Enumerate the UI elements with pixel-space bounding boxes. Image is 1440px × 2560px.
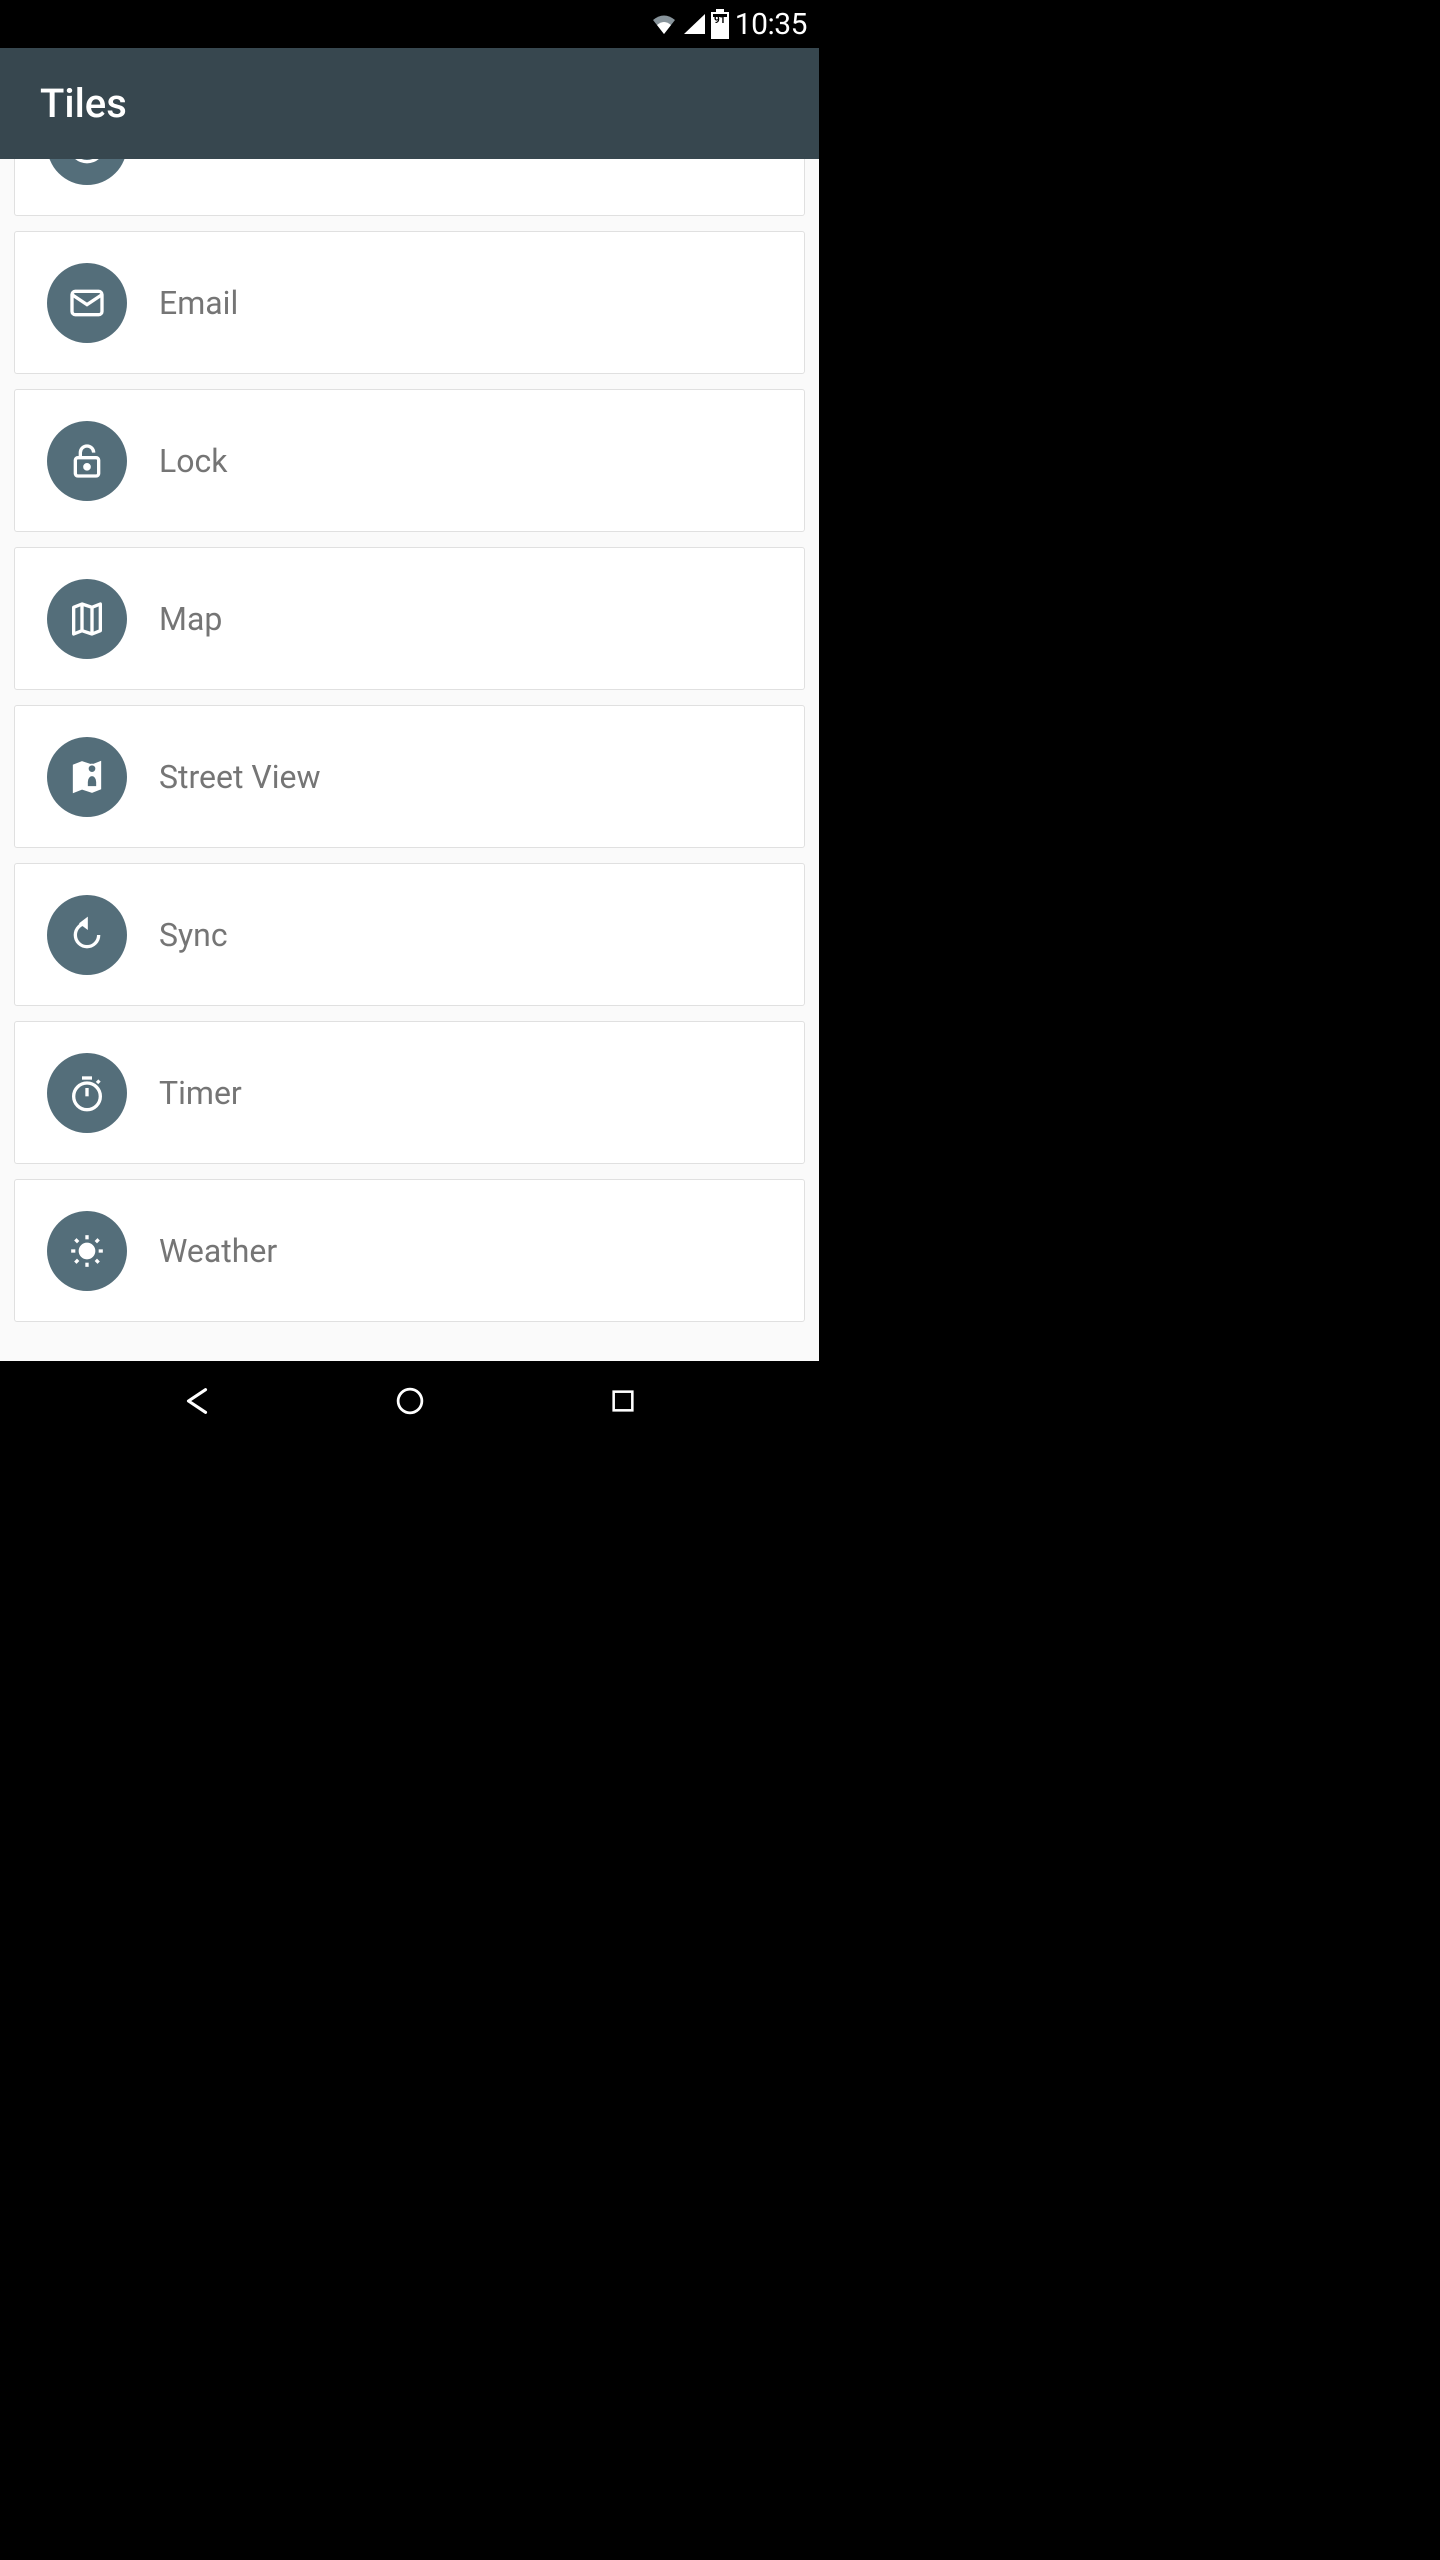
tile-label: Timer xyxy=(159,1074,242,1112)
back-icon xyxy=(180,1384,214,1418)
tile-label: Map xyxy=(159,600,222,638)
tile-label: Weather xyxy=(159,1232,277,1270)
nav-recents-button[interactable] xyxy=(553,1376,693,1426)
recents-icon xyxy=(609,1387,637,1415)
app-bar: Tiles xyxy=(0,48,819,159)
tile-map[interactable]: Map xyxy=(14,547,805,690)
tile-email[interactable]: Email xyxy=(14,231,805,374)
email-icon xyxy=(47,263,127,343)
weather-icon xyxy=(47,1211,127,1291)
lock-icon xyxy=(47,421,127,501)
tile-camera[interactable]: Camera xyxy=(14,159,805,216)
status-time: 10:35 xyxy=(735,7,807,42)
camera-icon xyxy=(47,159,127,185)
nav-home-button[interactable] xyxy=(340,1376,480,1426)
tile-street-view[interactable]: Street View xyxy=(14,705,805,848)
status-bar: 91 10:35 xyxy=(0,0,819,48)
home-icon xyxy=(395,1386,425,1416)
tile-sync[interactable]: Sync xyxy=(14,863,805,1006)
wifi-icon xyxy=(651,14,677,34)
tile-timer[interactable]: Timer xyxy=(14,1021,805,1164)
tile-label: Camera xyxy=(159,159,270,164)
tile-label: Sync xyxy=(159,916,228,954)
tile-weather[interactable]: Weather xyxy=(14,1179,805,1322)
sync-icon xyxy=(47,895,127,975)
tile-list: Camera Email Lock Map Street View xyxy=(0,159,819,1361)
map-icon xyxy=(47,579,127,659)
nav-back-button[interactable] xyxy=(127,1376,267,1426)
street-view-icon xyxy=(47,737,127,817)
tile-label: Email xyxy=(159,284,238,322)
tile-label: Lock xyxy=(159,442,227,480)
status-icons: 91 10:35 xyxy=(651,7,807,42)
battery-icon: 91 xyxy=(711,9,729,39)
battery-level: 91 xyxy=(711,15,729,26)
page-title: Tiles xyxy=(40,80,127,127)
nav-bar xyxy=(0,1361,819,1440)
tile-lock[interactable]: Lock xyxy=(14,389,805,532)
tile-label: Street View xyxy=(159,758,321,796)
timer-icon xyxy=(47,1053,127,1133)
signal-icon xyxy=(683,14,705,34)
